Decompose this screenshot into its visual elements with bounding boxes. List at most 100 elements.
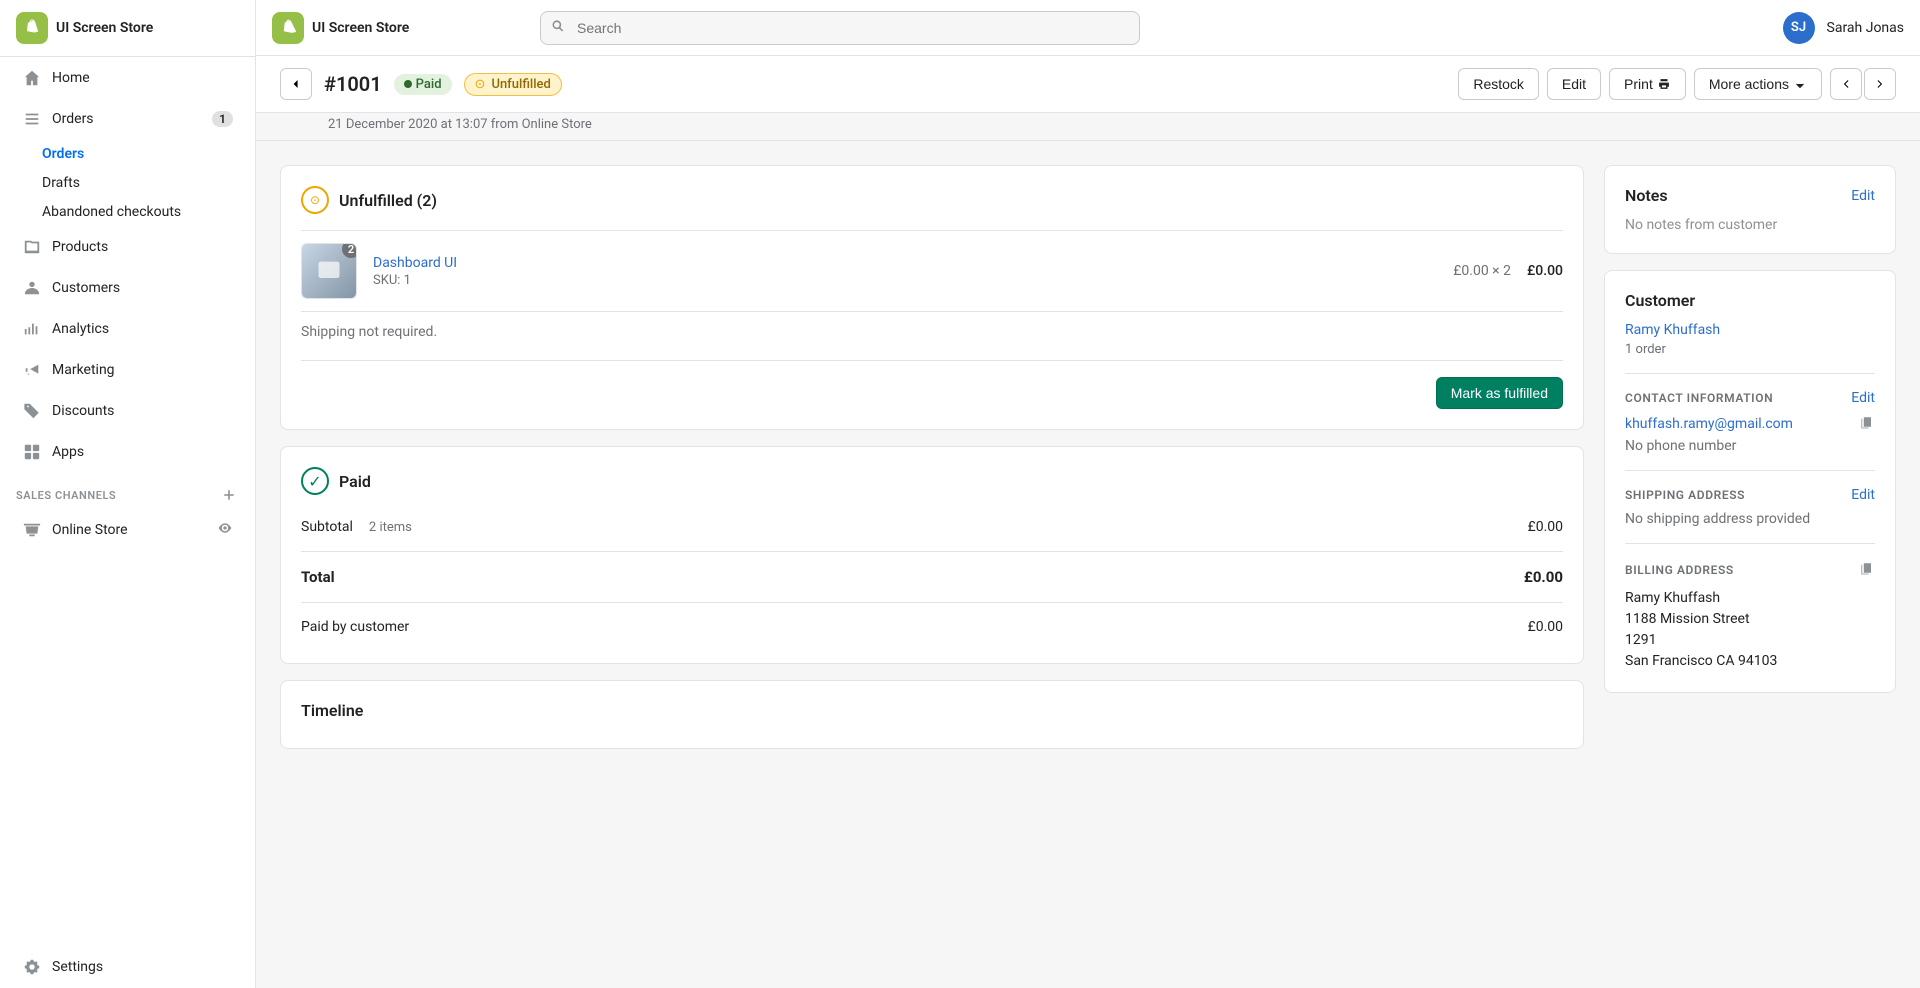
customer-orders: 1 order bbox=[1625, 342, 1875, 357]
contact-phone: No phone number bbox=[1625, 438, 1875, 454]
search-bar[interactable] bbox=[540, 11, 1140, 45]
sidebar-logo: UI Screen Store bbox=[0, 0, 255, 57]
email-row: khuffash.ramy@gmail.com bbox=[1625, 414, 1875, 434]
analytics-icon bbox=[22, 319, 42, 339]
order-date: 21 December 2020 at 13:07 from Online St… bbox=[280, 117, 1896, 140]
restock-button[interactable]: Restock bbox=[1458, 68, 1539, 100]
shipping-address-section: SHIPPING ADDRESS Edit No shipping addres… bbox=[1625, 470, 1875, 527]
timeline-title: Timeline bbox=[301, 701, 1563, 720]
avatar[interactable]: SJ bbox=[1783, 12, 1815, 44]
edit-button[interactable]: Edit bbox=[1547, 68, 1601, 100]
customer-title: Customer bbox=[1625, 291, 1695, 310]
total-row: Total £0.00 bbox=[301, 560, 1563, 594]
sidebar-item-orders[interactable]: Orders 1 bbox=[6, 99, 249, 139]
sidebar-sub-orders[interactable]: Orders bbox=[42, 140, 249, 168]
back-button[interactable] bbox=[280, 68, 312, 100]
timeline-card: Timeline bbox=[280, 680, 1584, 749]
marketing-icon bbox=[22, 360, 42, 380]
sidebar-sub-abandoned[interactable]: Abandoned checkouts bbox=[42, 198, 249, 226]
product-name-link[interactable]: Dashboard UI bbox=[373, 255, 457, 271]
sidebar-item-discounts[interactable]: Discounts bbox=[6, 391, 249, 431]
notes-card: Notes Edit No notes from customer bbox=[1604, 165, 1896, 254]
paid-by-row: Paid by customer £0.00 bbox=[301, 611, 1563, 643]
paid-by-amount: £0.00 bbox=[1528, 619, 1563, 635]
shopify-svg bbox=[22, 18, 42, 38]
topbar-logo-area: UI Screen Store bbox=[272, 12, 528, 44]
sidebar-item-analytics[interactable]: Analytics bbox=[6, 309, 249, 349]
sidebar-item-online-store[interactable]: Online Store bbox=[6, 510, 249, 550]
sidebar-item-customers[interactable]: Customers bbox=[6, 268, 249, 308]
sidebar-item-analytics-label: Analytics bbox=[52, 321, 233, 337]
subtotal-items: 2 items bbox=[361, 520, 1528, 535]
notes-title: Notes bbox=[1625, 186, 1668, 205]
prev-order-button[interactable] bbox=[1830, 68, 1862, 100]
product-thumbnail: 2 bbox=[301, 243, 357, 299]
payment-header: ✓ Paid bbox=[301, 467, 1563, 495]
sidebar-item-marketing[interactable]: Marketing bbox=[6, 350, 249, 390]
online-store-icon bbox=[22, 520, 42, 540]
paid-by-label: Paid by customer bbox=[301, 619, 409, 635]
contact-edit-link[interactable]: Edit bbox=[1851, 390, 1875, 406]
contact-email-link[interactable]: khuffash.ramy@gmail.com bbox=[1625, 416, 1793, 432]
page-header: #1001 Paid Unfulfilled Restock Edit Prin… bbox=[256, 56, 1920, 113]
paid-icon: ✓ bbox=[301, 467, 329, 495]
unfulfilled-card: ⊙ Unfulfilled (2) 2 Dashboard UI SKU: bbox=[280, 165, 1584, 430]
total-label: Total bbox=[301, 568, 335, 586]
payment-divider-2 bbox=[301, 602, 1563, 603]
qty-badge: 2 bbox=[342, 243, 357, 258]
sidebar-item-products[interactable]: Products bbox=[6, 227, 249, 267]
paid-badge: Paid bbox=[394, 74, 452, 95]
billing-city: San Francisco CA 94103 bbox=[1625, 651, 1875, 672]
customer-card: Customer Ramy Khuffash 1 order CONTACT I… bbox=[1604, 270, 1896, 693]
unfulfilled-icon: ⊙ bbox=[301, 186, 329, 214]
sidebar-nav: Home Orders 1 Orders Drafts Abandoned ch… bbox=[0, 57, 255, 551]
orders-badge: 1 bbox=[212, 111, 233, 127]
shipping-note: Shipping not required. bbox=[301, 311, 1563, 352]
print-button[interactable]: Print bbox=[1609, 68, 1686, 100]
copy-email-icon[interactable] bbox=[1859, 414, 1875, 434]
copy-billing-icon[interactable] bbox=[1859, 560, 1875, 580]
customer-name-link[interactable]: Ramy Khuffash bbox=[1625, 322, 1720, 338]
search-input[interactable] bbox=[540, 11, 1140, 45]
add-sales-channel-button[interactable] bbox=[219, 485, 239, 505]
sidebar-item-discounts-label: Discounts bbox=[52, 403, 233, 419]
no-shipping-text: No shipping address provided bbox=[1625, 511, 1875, 527]
search-icon bbox=[550, 18, 566, 38]
shipping-section-header: SHIPPING ADDRESS Edit bbox=[1625, 487, 1875, 503]
sales-channels-label: SALES CHANNELS bbox=[0, 473, 255, 509]
sidebar-item-products-label: Products bbox=[52, 239, 233, 255]
notes-edit-link[interactable]: Edit bbox=[1851, 188, 1875, 204]
unfulfilled-badge: Unfulfilled bbox=[464, 73, 562, 96]
customers-icon bbox=[22, 278, 42, 298]
sidebar-item-customers-label: Customers bbox=[52, 280, 233, 296]
sidebar-sub-drafts[interactable]: Drafts bbox=[42, 169, 249, 197]
right-sidebar: Notes Edit No notes from customer Custom… bbox=[1604, 165, 1896, 964]
apps-icon bbox=[22, 442, 42, 462]
shopify-icon bbox=[16, 12, 48, 44]
home-icon bbox=[22, 68, 42, 88]
shipping-section-title: SHIPPING ADDRESS bbox=[1625, 488, 1745, 502]
mark-fulfilled-button[interactable]: Mark as fulfilled bbox=[1436, 377, 1563, 409]
sidebar-item-apps-label: Apps bbox=[52, 444, 233, 460]
sidebar-item-settings[interactable]: Settings bbox=[6, 947, 250, 987]
billing-section-title: BILLING ADDRESS bbox=[1625, 563, 1734, 577]
content-area: ⊙ Unfulfilled (2) 2 Dashboard UI SKU: bbox=[256, 141, 1920, 988]
next-order-button[interactable] bbox=[1864, 68, 1896, 100]
subtotal-row: Subtotal 2 items £0.00 bbox=[301, 511, 1563, 543]
main-column: ⊙ Unfulfilled (2) 2 Dashboard UI SKU: bbox=[280, 165, 1584, 964]
sidebar-item-home[interactable]: Home bbox=[6, 58, 249, 98]
unfulfilled-title: Unfulfilled (2) bbox=[339, 191, 437, 210]
eye-icon bbox=[217, 520, 233, 540]
nav-arrows bbox=[1830, 68, 1896, 100]
contact-section: CONTACT INFORMATION Edit khuffash.ramy@g… bbox=[1625, 373, 1875, 454]
sidebar-item-orders-label: Orders bbox=[52, 111, 202, 127]
orders-sub-nav: Orders Drafts Abandoned checkouts bbox=[0, 140, 255, 226]
shipping-edit-link[interactable]: Edit bbox=[1851, 487, 1875, 503]
billing-address-section: BILLING ADDRESS Ramy Khuffash 1188 Missi… bbox=[1625, 543, 1875, 672]
sidebar-item-marketing-label: Marketing bbox=[52, 362, 233, 378]
topbar: UI Screen Store SJ Sarah Jonas bbox=[256, 0, 1920, 56]
online-store-label: Online Store bbox=[52, 522, 128, 538]
sidebar-item-apps[interactable]: Apps bbox=[6, 432, 249, 472]
fulfill-action-area: Mark as fulfilled bbox=[301, 360, 1563, 409]
more-actions-button[interactable]: More actions bbox=[1694, 68, 1822, 100]
